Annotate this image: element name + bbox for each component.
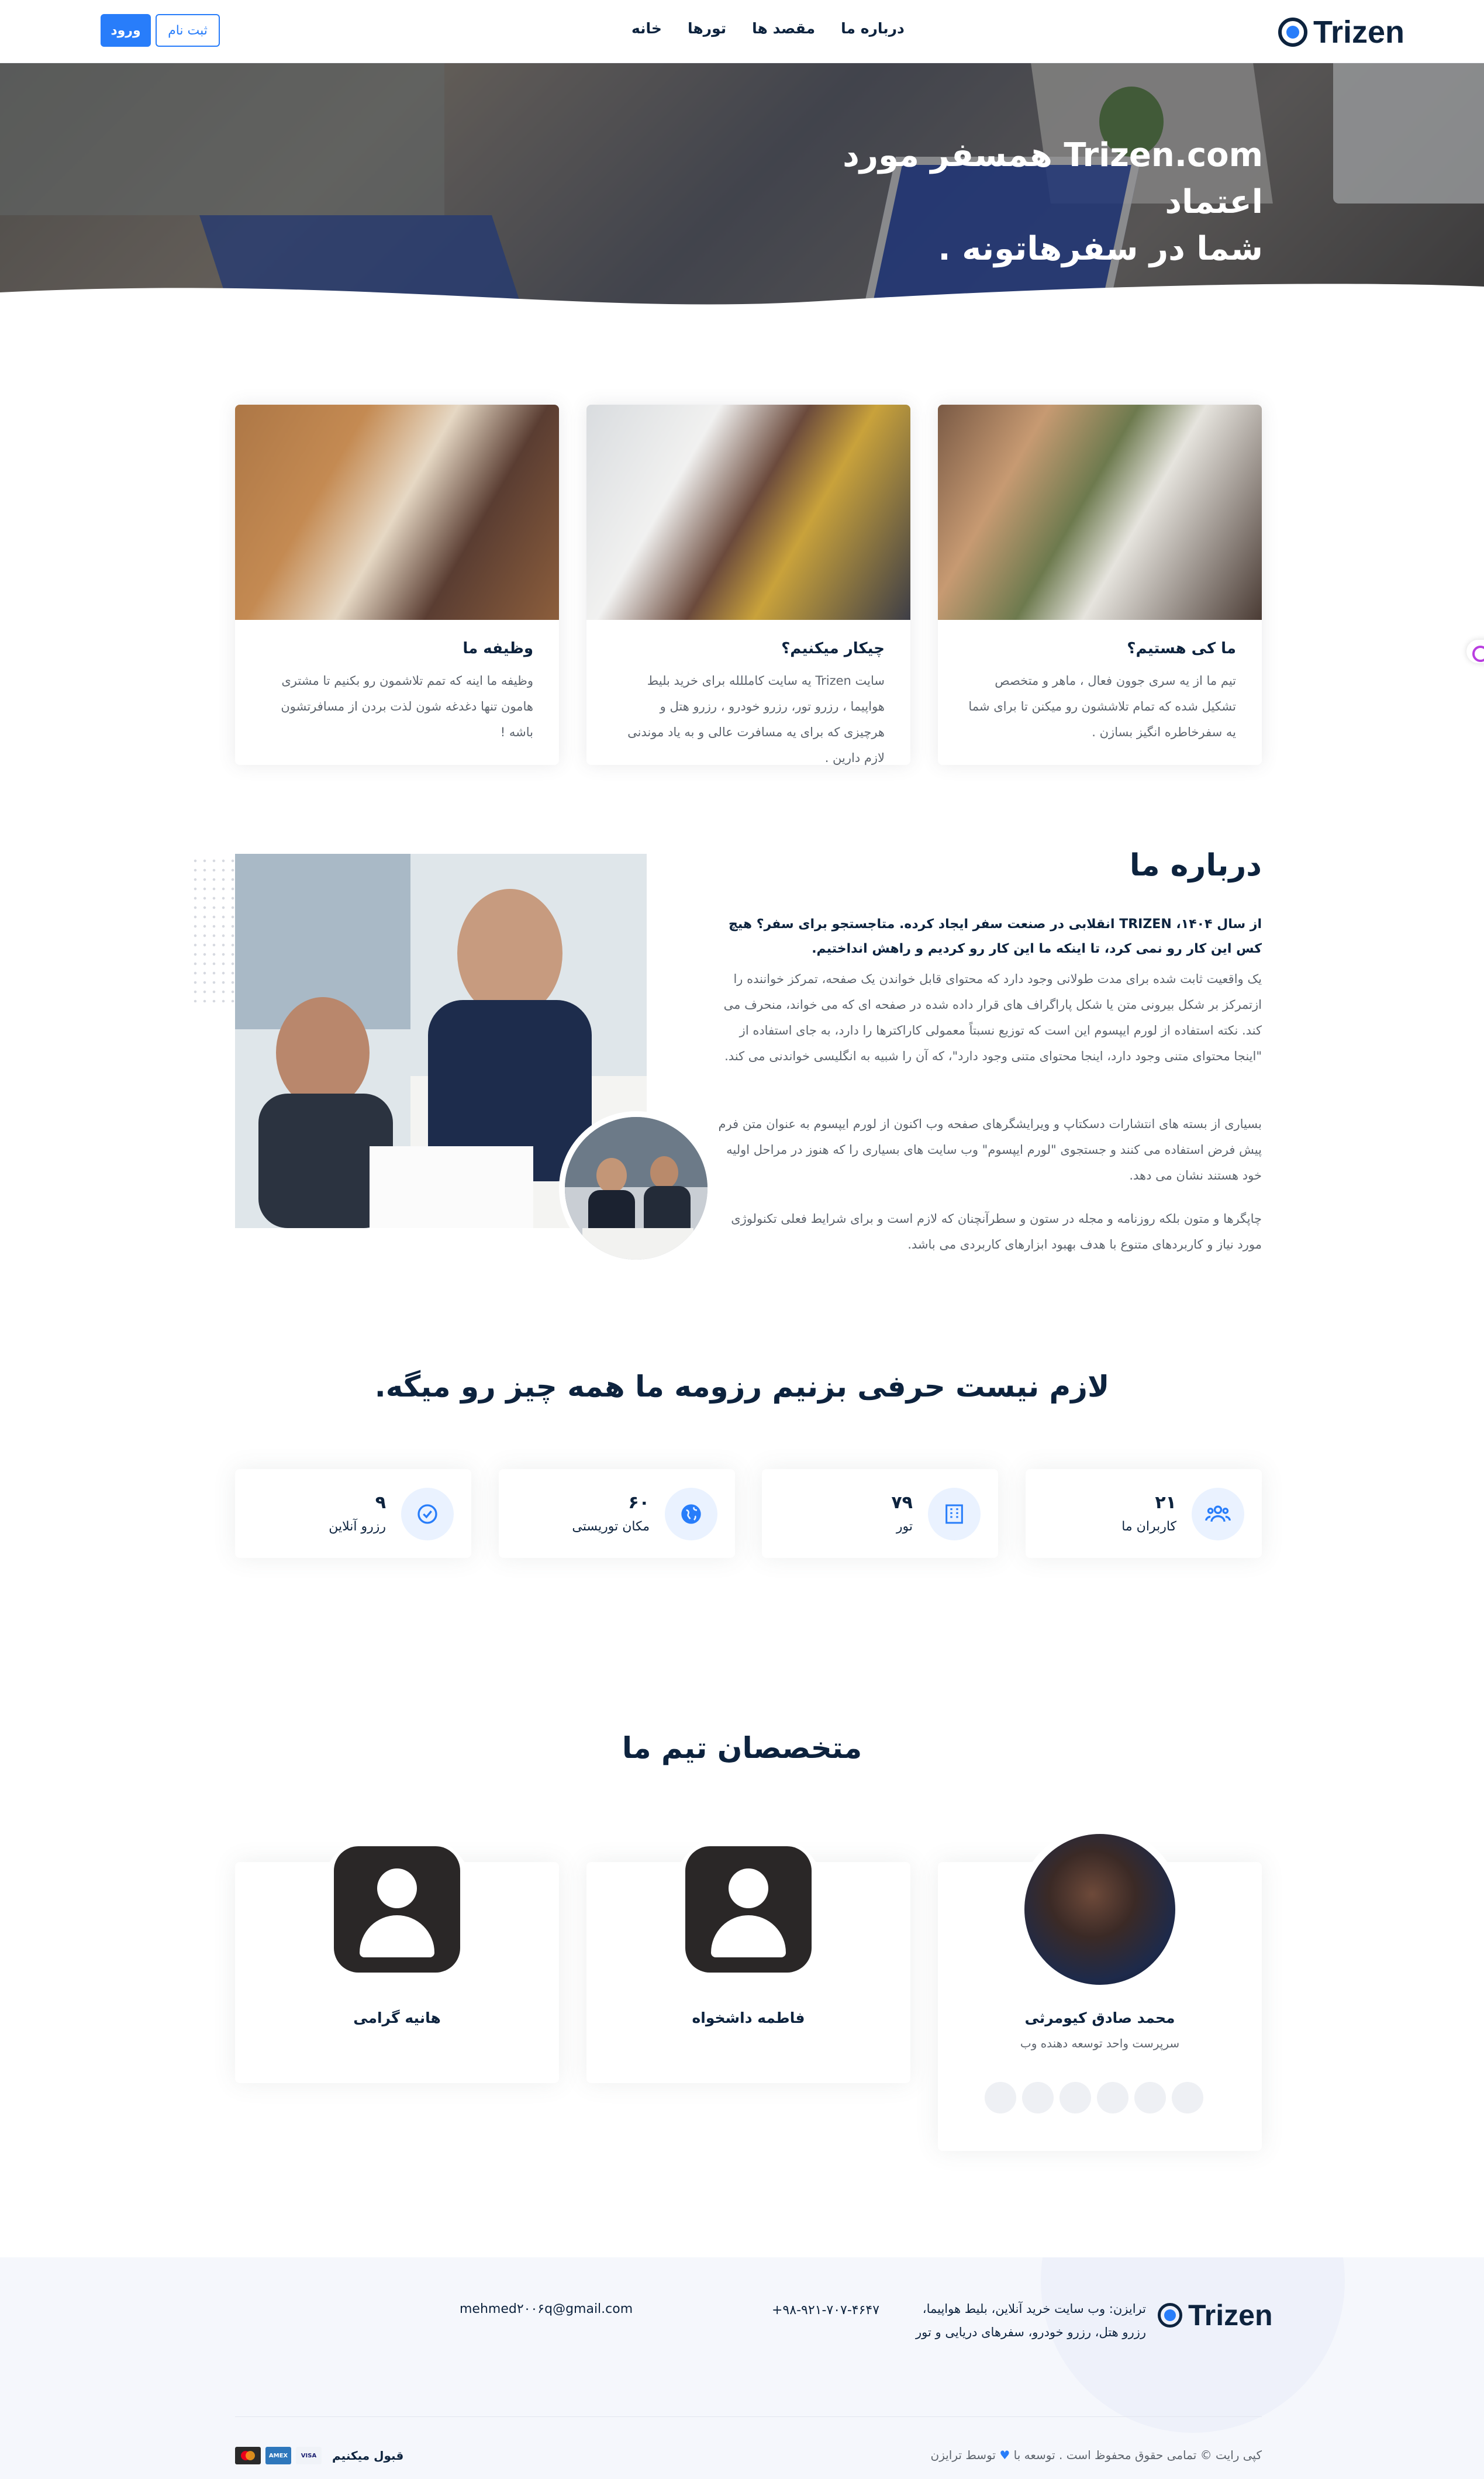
hero-wave (0, 284, 1484, 327)
stat-number: ۷۹ (891, 1492, 913, 1513)
amex-icon: AMEX (265, 2447, 291, 2464)
stat-card-tours: ۷۹ تور (762, 1469, 998, 1558)
footer-email[interactable]: mehmed۲۰۰۶q@gmail.com (460, 2302, 633, 2316)
footer-logo[interactable]: Trizen (1158, 2298, 1272, 2332)
stat-number: ۶۰ (628, 1492, 650, 1513)
about-small-photo-shapes (565, 1117, 708, 1260)
about-small-image (559, 1111, 713, 1266)
building-icon (928, 1488, 981, 1540)
card-title: وظیفه ما (463, 640, 533, 657)
globe-icon (665, 1488, 717, 1540)
site-footer: Trizen ترایزن: وب سایت خرید آنلاین، بلیط… (0, 2257, 1484, 2479)
instagram-icon[interactable] (1059, 2082, 1091, 2113)
footer-decor (1041, 2257, 1345, 2433)
card-image (938, 405, 1262, 620)
facebook-icon[interactable] (985, 2082, 1016, 2113)
globe-logo-icon (1278, 18, 1307, 47)
member-role: سرپرست واحد توسعه دهنده وب (1020, 2036, 1180, 2050)
social-links (985, 2082, 1203, 2113)
nav-item-destinations[interactable]: مقصد ها (752, 20, 815, 37)
footer-brand-name: Trizen (1188, 2299, 1273, 2332)
nav-item-home[interactable]: خانه (631, 20, 662, 37)
stat-card-users: ۲۱ کاربران ما (1026, 1469, 1262, 1558)
team-title: متخصصان تیم ما (622, 1731, 862, 1765)
about-title: درباره ما (1129, 848, 1262, 883)
site-header: Trizen خانه تورها مقصد ها درباره ما ورود… (0, 0, 1484, 63)
hero-title-line2: شما در سفرهاتونه . (938, 230, 1263, 268)
decorative-dots (191, 856, 237, 1002)
member-name: هانیه گرامی (353, 2009, 441, 2026)
copyright-text: کپی رایت © تمامی حقوق محفوظ است . توسعه … (931, 2448, 1262, 2462)
member-name: محمد صادق کیومرثی (1024, 2009, 1175, 2026)
nav-item-about[interactable]: درباره ما (841, 20, 905, 37)
payments-label: قبول میکنیم (332, 2449, 404, 2463)
payment-methods: AMEX VISA قبول میکنیم (235, 2447, 403, 2464)
mastercard-icon (235, 2447, 261, 2464)
stats-title: لازم نیست حرفی بزنیم رزومه ما همه چیز رو… (374, 1370, 1110, 1404)
card-image (235, 405, 559, 620)
nav-item-tours[interactable]: تورها (688, 20, 726, 37)
user-placeholder-icon (334, 1846, 460, 1973)
footer-description: ترایزن: وب سایت خرید آنلاین، بلیط هواپیم… (916, 2302, 1146, 2339)
linkedin-icon[interactable] (1097, 2082, 1128, 2113)
brand-logo[interactable]: Trizen (1278, 14, 1404, 50)
stat-card-places: ۶۰ مکان توریستی (499, 1469, 735, 1558)
stat-number: ۲۱ (1155, 1492, 1176, 1513)
footer-phone[interactable]: +۹۸-۹۲۱-۷۰۷-۴۶۴۷ (772, 2303, 879, 2318)
floating-widget-icon[interactable] (1466, 640, 1484, 663)
stat-label: تور (896, 1519, 913, 1534)
avatar (315, 1827, 479, 1992)
github-icon[interactable] (1134, 2082, 1166, 2113)
visa-icon: VISA (296, 2447, 322, 2464)
globe-logo-icon (1158, 2303, 1182, 2328)
member-name: فاطمه داشخواه (692, 2009, 805, 2026)
card-text: سایت Trizen یه سایت کامللله برای خرید بل… (627, 674, 885, 765)
team-member-card: هانیه گرامی (235, 1827, 559, 2083)
avatar (666, 1827, 831, 1992)
twitter-icon[interactable] (1022, 2082, 1054, 2113)
card-text: تیم ما از یه سری جوون فعال ، ماهر و متخص… (968, 674, 1236, 739)
info-card-mission: وظیفه ما وظیفه ما اینه که تمم تلاشمون رو… (235, 405, 559, 765)
info-card-who: ما کی هستیم؟ تیم ما از یه سری جوون فعال … (938, 405, 1262, 765)
card-title: ما کی هستیم؟ (1127, 640, 1236, 657)
copyright-suffix: توسط ترایزن (930, 2448, 996, 2462)
heart-icon: ♥ (999, 2448, 1010, 2462)
stat-number: ۹ (375, 1492, 386, 1513)
copyright-prefix: کپی رایت © تمامی حقوق محفوظ است . توسعه … (1013, 2448, 1262, 2462)
team-member-card: محمد صادق کیومرثی سرپرست واحد توسعه دهند… (938, 1827, 1262, 2151)
user-placeholder-icon (685, 1846, 812, 1973)
card-text: وظیفه ما اینه که تمم تلاشمون رو بکنیم تا… (281, 674, 533, 739)
about-lead: از سال ۱۴۰۴، TRIZEN انقلابی در صنعت سفر … (728, 917, 1262, 956)
stat-label: رزرو آنلاین (329, 1519, 386, 1534)
team-member-card: فاطمه داشخواه (586, 1827, 910, 2083)
check-circle-icon (401, 1488, 454, 1540)
users-icon (1192, 1488, 1244, 1540)
card-title: چیکار میکنیم؟ (781, 640, 885, 657)
footer-divider (235, 2416, 1262, 2417)
signup-button[interactable]: ثبت نام (156, 14, 220, 47)
about-paragraph: یک واقعیت ثابت شده برای مدت طولانی وجود … (723, 972, 1262, 1063)
avatar (1017, 1827, 1182, 1992)
stat-label: کاربران ما (1121, 1519, 1176, 1534)
member-photo (1024, 1834, 1175, 1985)
hero-title-line1: Trizen.com همسفر مورد اعتماد (843, 136, 1263, 221)
main-nav: خانه تورها مقصد ها درباره ما (631, 20, 905, 37)
stat-card-bookings: ۹ رزرو آنلاین (235, 1469, 471, 1558)
stat-label: مکان توریستی (572, 1519, 650, 1534)
about-paragraph: چاپگرها و متون بلکه روزنامه و مجله در ست… (731, 1212, 1262, 1251)
telegram-icon[interactable] (1172, 2082, 1203, 2113)
info-card-what: چیکار میکنیم؟ سایت Trizen یه سایت کامللل… (586, 405, 910, 765)
login-button[interactable]: ورود (101, 14, 151, 47)
about-paragraph: بسیاری از بسته های انتشارات دسکتاپ و ویر… (718, 1117, 1262, 1182)
brand-name: Trizen (1313, 15, 1405, 50)
card-image (586, 405, 910, 620)
hero-title: Trizen.com همسفر مورد اعتماد شما در سفره… (760, 132, 1263, 273)
